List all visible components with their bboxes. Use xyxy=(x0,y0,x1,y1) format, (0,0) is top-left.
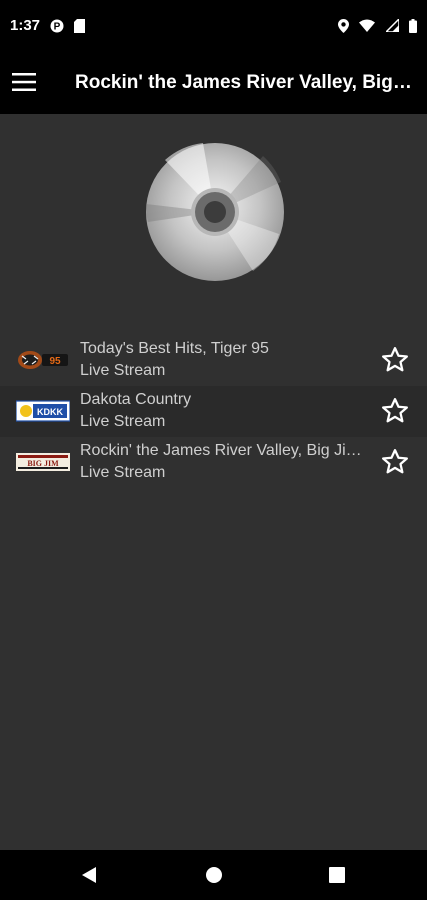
kdkk-logo: KDKK xyxy=(15,399,71,423)
back-triangle-icon xyxy=(82,867,96,883)
status-left-icons: P xyxy=(50,17,91,35)
now-playing-art xyxy=(145,142,285,282)
app-bar: Rockin' the James River Valley, Big Jim … xyxy=(0,52,427,114)
home-button[interactable] xyxy=(201,862,227,888)
svg-text:95: 95 xyxy=(49,356,61,367)
sd-card-icon xyxy=(74,18,86,33)
svg-text:P: P xyxy=(54,21,61,32)
star-outline-icon xyxy=(382,449,408,474)
status-right-icons xyxy=(337,17,417,35)
battery-icon xyxy=(409,18,417,33)
signal-icon xyxy=(383,17,400,34)
favorite-button[interactable] xyxy=(380,345,410,375)
recents-square-icon xyxy=(329,867,345,883)
favorite-button[interactable] xyxy=(380,396,410,426)
status-time: 1:37 xyxy=(10,17,41,34)
station-list: 95 Today's Best Hits, Tiger 95 Live Stre… xyxy=(0,335,427,488)
hamburger-menu-icon xyxy=(12,73,36,91)
star-outline-icon xyxy=(382,347,408,372)
station-subtitle: Live Stream xyxy=(80,464,166,481)
station-name: Rockin' the James River Valley, Big Jim … xyxy=(80,442,365,459)
home-circle-icon xyxy=(206,867,222,883)
app-title: Rockin' the James River Valley, Big Jim … xyxy=(75,72,415,93)
station-name: Today's Best Hits, Tiger 95 xyxy=(80,340,269,357)
status-bar: 1:37 P xyxy=(0,0,427,52)
favorite-button[interactable] xyxy=(380,447,410,477)
station-name: Dakota Country xyxy=(80,391,192,408)
station-row[interactable]: BIG JIM Rockin' the James River Valley, … xyxy=(0,437,427,488)
wifi-icon xyxy=(359,19,376,33)
recents-button[interactable] xyxy=(324,862,350,888)
kdkk-logo-text: KDKK xyxy=(37,407,63,417)
back-button[interactable] xyxy=(76,862,102,888)
navigation-bar xyxy=(0,850,427,900)
station-row[interactable]: KDKK Dakota Country Live Stream xyxy=(0,386,427,437)
p-badge-icon: P xyxy=(50,19,64,33)
location-icon xyxy=(337,18,349,33)
station-row[interactable]: 95 Today's Best Hits, Tiger 95 Live Stre… xyxy=(0,335,427,386)
menu-button[interactable] xyxy=(8,64,40,100)
station-subtitle: Live Stream xyxy=(80,413,166,430)
star-outline-icon xyxy=(382,398,408,423)
station-subtitle: Live Stream xyxy=(80,362,166,379)
compact-disc-icon xyxy=(145,143,284,281)
big-jim-logo: BIG JIM xyxy=(16,450,70,474)
big-jim-logo-text: BIG JIM xyxy=(27,459,59,468)
tiger-95-logo: 95 xyxy=(16,348,70,372)
